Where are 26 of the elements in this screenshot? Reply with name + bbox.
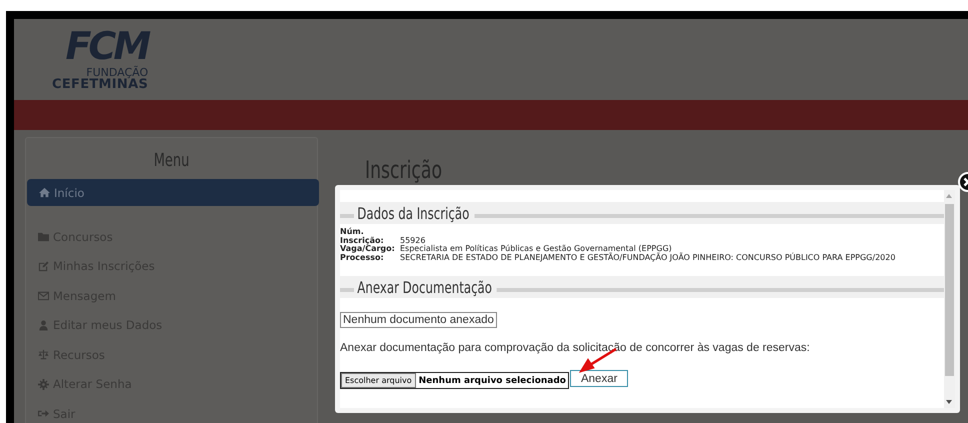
field-value: 55926 bbox=[400, 228, 898, 245]
field-label: Vaga/Cargo: bbox=[340, 245, 396, 254]
menu-item[interactable]: Início bbox=[27, 179, 319, 206]
folder-icon bbox=[38, 231, 49, 242]
attachment-status: Nenhum documento anexado bbox=[340, 312, 497, 328]
logo-letters: FCM bbox=[65, 24, 148, 68]
field-label: Núm. Inscrição: bbox=[340, 228, 385, 245]
envelope-icon bbox=[38, 290, 49, 302]
instruction-text: Anexar documentação para comprovação da solicitação de concorrer às vagas de reservas: bbox=[340, 342, 811, 354]
file-name: Nenhum arquivo selecionado bbox=[418, 376, 566, 386]
field-value: SECRETARIA DE ESTADO DE PLANEJAMENTO E GESTÃO/FUNDAÇÃO JOÃO PINHEIRO: CONCURSO PÚBLICO PARA EPPGG/2020 bbox=[400, 254, 896, 262]
file-input[interactable]: Escolher arquivo Nenhum arquivo selecionado bbox=[340, 372, 569, 389]
sign-out-icon bbox=[38, 408, 49, 420]
logo-text: FUNDAÇÃO bbox=[86, 67, 148, 78]
section-title: Anexar Documentação bbox=[354, 278, 497, 296]
user-icon bbox=[38, 320, 49, 331]
attach-button[interactable]: Anexar bbox=[570, 370, 628, 387]
field-value: Especialista em Políticas Públicas e Gestão Governamental (EPPGG) bbox=[400, 245, 898, 254]
choose-file-button[interactable]: Escolher arquivo bbox=[341, 373, 416, 388]
home-icon bbox=[39, 187, 50, 198]
edit-icon bbox=[38, 260, 49, 272]
field-label: Processo: bbox=[340, 254, 384, 262]
scale-icon bbox=[38, 349, 49, 360]
gear-icon bbox=[38, 378, 49, 390]
logo-text: CEFETMINAS bbox=[52, 78, 148, 91]
section-title: Dados da Inscrição bbox=[354, 204, 474, 222]
